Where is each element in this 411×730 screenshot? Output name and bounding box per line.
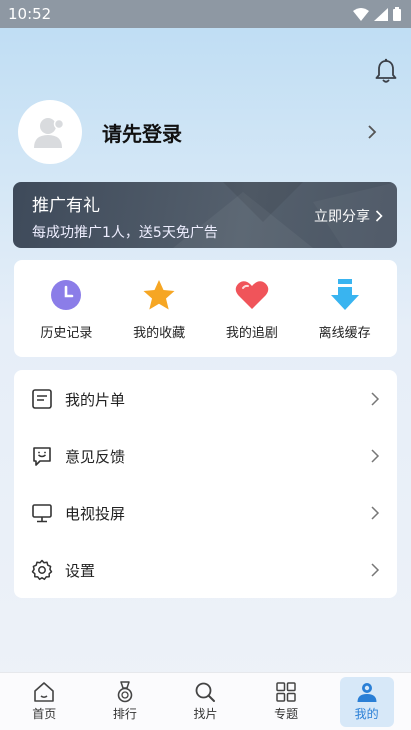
status-time: 10:52 — [8, 5, 52, 23]
tab-search[interactable]: 找片 — [178, 677, 232, 727]
tab-label: 专题 — [274, 707, 299, 721]
tab-ranking[interactable]: 排行 — [98, 677, 152, 727]
quick-actions-card: 历史记录 我的收藏 我的追剧 离线缓存 — [14, 260, 397, 357]
user-icon — [357, 683, 377, 702]
menu-label: 我的片单 — [65, 390, 126, 409]
quick-label: 历史记录 — [40, 326, 93, 341]
profile-login-row[interactable]: 请先登录 — [18, 100, 393, 164]
avatar — [18, 100, 82, 164]
star-icon — [141, 277, 177, 313]
chevron-right-icon — [371, 392, 380, 406]
feedback-icon — [30, 444, 54, 468]
notification-button[interactable] — [372, 57, 400, 85]
tab-mine[interactable]: 我的 — [339, 676, 394, 727]
clock-icon — [48, 277, 84, 313]
tab-home[interactable]: 首页 — [17, 677, 71, 727]
menu-item-tv-cast[interactable]: 电视投屏 — [14, 485, 397, 541]
playlist-icon — [30, 387, 54, 411]
menu-item-playlist[interactable]: 我的片单 — [14, 371, 397, 427]
menu-item-settings[interactable]: 设置 — [14, 542, 397, 598]
tab-topics[interactable]: 专题 — [259, 677, 313, 727]
menu-item-feedback[interactable]: 意见反馈 — [14, 428, 397, 484]
chevron-right-icon — [371, 506, 380, 520]
quick-following[interactable]: 我的追剧 — [212, 260, 292, 357]
heart-icon — [234, 277, 270, 313]
bottom-tab-bar: 首页 排行 找片 专题 我的 — [0, 672, 411, 730]
status-icons — [353, 7, 401, 21]
home-icon — [34, 682, 55, 702]
medal-icon — [117, 681, 133, 703]
quick-label: 我的追剧 — [225, 326, 278, 341]
quick-favorites[interactable]: 我的收藏 — [119, 260, 199, 357]
signal-icon — [374, 7, 388, 21]
quick-history[interactable]: 历史记录 — [26, 260, 106, 357]
menu-label: 设置 — [65, 561, 96, 580]
quick-offline-cache[interactable]: 离线缓存 — [305, 260, 385, 357]
status-bar: 10:52 — [0, 0, 411, 28]
quick-label: 我的收藏 — [133, 326, 186, 341]
share-now-label: 立即分享 — [314, 209, 370, 225]
default-avatar-icon — [34, 118, 65, 148]
promo-title: 推广有礼 — [32, 196, 100, 216]
chevron-right-icon — [371, 563, 380, 577]
chevron-right-icon — [368, 125, 377, 139]
download-arrow-icon — [327, 277, 363, 313]
search-icon — [196, 682, 216, 702]
grid-icon — [276, 682, 296, 702]
share-now-button[interactable]: 立即分享 — [314, 206, 383, 226]
tab-label: 首页 — [32, 707, 57, 721]
tab-label: 排行 — [112, 707, 137, 721]
login-prompt[interactable]: 请先登录 — [102, 118, 365, 147]
promo-banner[interactable]: 推广有礼 每成功推广1人，送5天免广告 立即分享 — [13, 182, 397, 248]
promo-subtitle: 每成功推广1人，送5天免广告 — [32, 225, 218, 241]
tv-cast-icon — [30, 501, 54, 525]
wifi-icon — [353, 7, 369, 21]
bell-icon — [375, 58, 397, 83]
menu-label: 电视投屏 — [65, 504, 126, 523]
battery-icon — [393, 7, 401, 21]
quick-label: 离线缓存 — [318, 326, 371, 341]
chevron-right-icon — [371, 449, 380, 463]
menu-card: 我的片单 意见反馈 电视投屏 设置 — [14, 370, 397, 598]
chevron-right-icon — [375, 210, 383, 222]
tab-label: 我的 — [354, 707, 379, 721]
tab-label: 找片 — [193, 707, 218, 721]
gear-icon — [30, 558, 54, 582]
menu-label: 意见反馈 — [65, 447, 126, 466]
